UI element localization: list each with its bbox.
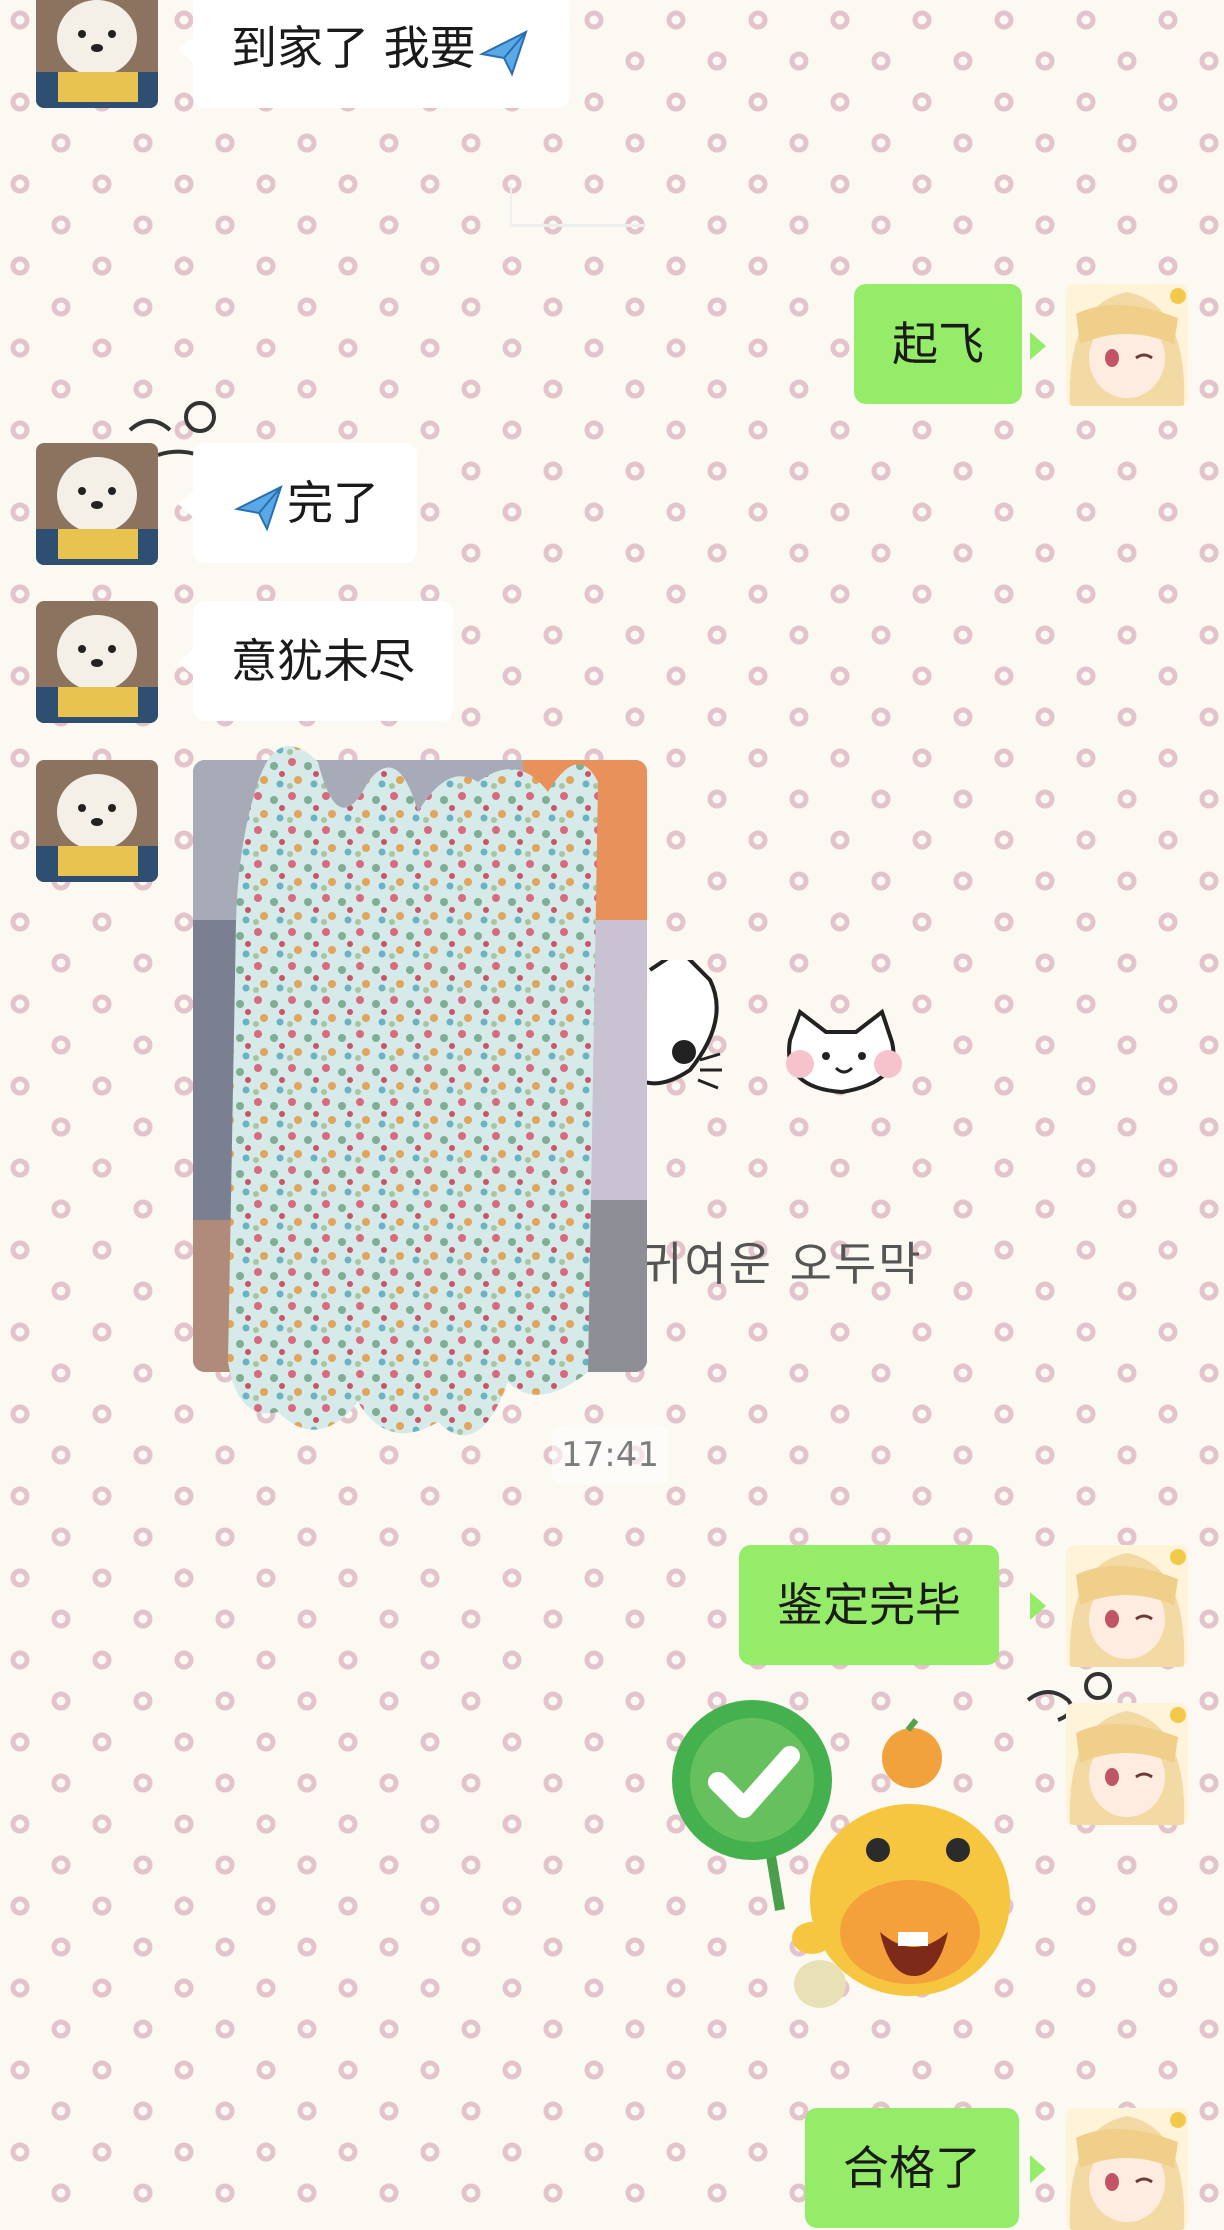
airplane-icon	[478, 29, 528, 77]
wallpaper-cats-decor	[640, 960, 902, 1095]
contact-avatar[interactable]	[36, 601, 158, 723]
message-text: 到家了 我要	[231, 21, 476, 75]
message-bubble-incoming[interactable]: 到家了 我要	[193, 0, 570, 108]
anime-girl-avatar-icon	[1066, 1545, 1188, 1667]
wallpaper-korean-text: 귀여운 오두막	[640, 1237, 923, 1291]
contact-avatar[interactable]	[36, 0, 158, 108]
self-avatar[interactable]	[1066, 1703, 1188, 1825]
self-avatar[interactable]	[1066, 1545, 1188, 1667]
airplane-icon	[233, 484, 283, 532]
anime-girl-avatar-icon	[1066, 2108, 1188, 2230]
message-text: 鉴定完毕	[777, 1578, 961, 1632]
dog-avatar-icon	[36, 601, 158, 723]
censor-scribble-overlay	[228, 746, 598, 1436]
message-bubble-incoming[interactable]: 意犹未尽	[193, 601, 453, 721]
message-bubble-outgoing[interactable]: 起飞	[854, 284, 1022, 404]
contact-avatar[interactable]	[36, 443, 158, 565]
message-bubble-outgoing[interactable]: 鉴定完毕	[739, 1545, 999, 1665]
dog-avatar-icon	[36, 0, 158, 108]
message-bubble-outgoing[interactable]: 合格了	[805, 2108, 1019, 2228]
message-text: 意犹未尽	[231, 634, 415, 688]
dog-avatar-icon	[36, 443, 158, 565]
message-text: 完了	[287, 476, 379, 530]
divider	[510, 184, 644, 227]
checkmark-sticker[interactable]	[660, 1700, 1040, 2040]
contact-avatar[interactable]	[36, 760, 158, 882]
message-text: 起飞	[892, 317, 984, 371]
self-avatar[interactable]	[1066, 284, 1188, 406]
anime-girl-avatar-icon	[1066, 1703, 1188, 1825]
anime-girl-avatar-icon	[1066, 284, 1188, 406]
message-bubble-incoming[interactable]: 完了	[193, 443, 417, 563]
message-text: 合格了	[843, 2141, 981, 2195]
dog-avatar-icon	[36, 760, 158, 882]
self-avatar[interactable]	[1066, 2108, 1188, 2230]
